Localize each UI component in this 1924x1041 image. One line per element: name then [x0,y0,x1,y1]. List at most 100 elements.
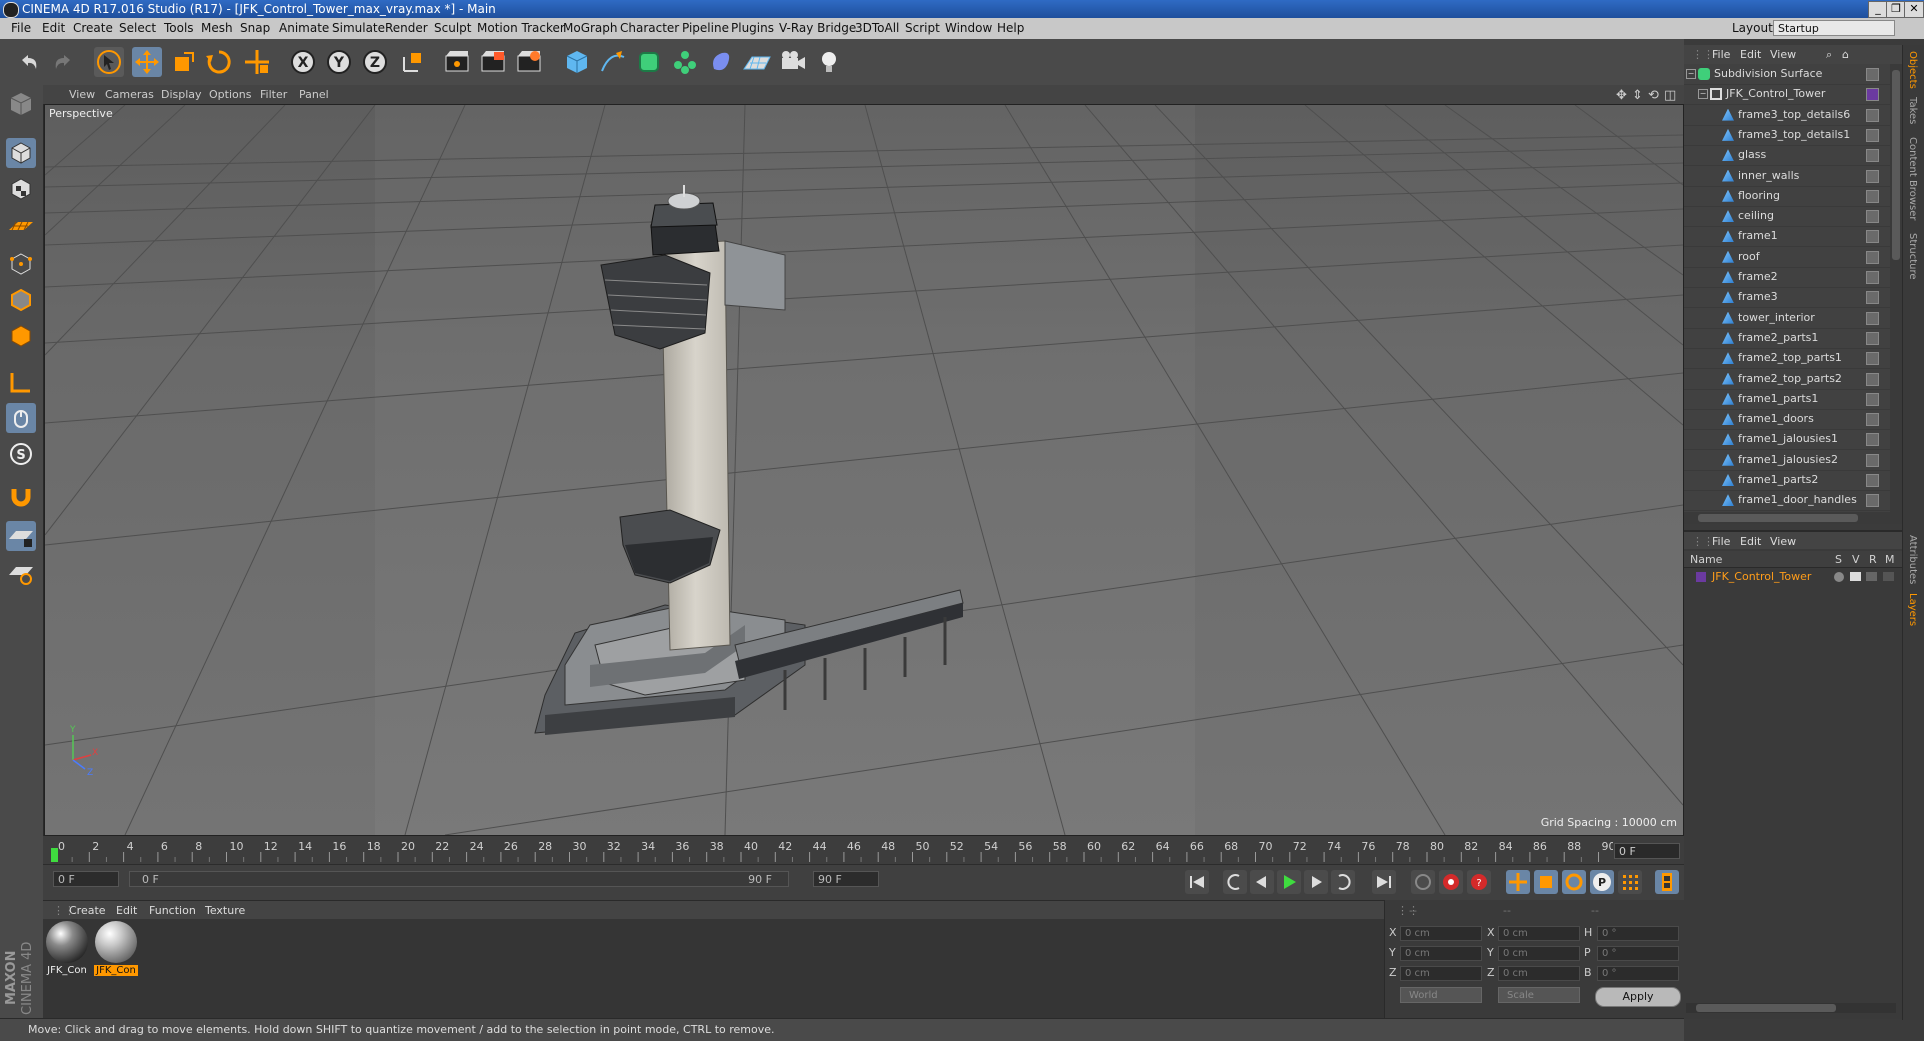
menu-character[interactable]: Character [620,21,679,35]
hscrollbar-thumb[interactable] [1698,514,1858,522]
object-row[interactable]: frame1 [1684,226,1890,248]
layer-hscrollbar[interactable] [1686,1003,1896,1013]
layout-select[interactable]: Startup [1773,20,1895,36]
object-visibility-toggle[interactable] [1866,331,1879,345]
object-visibility-toggle[interactable] [1866,128,1879,142]
move-tool-icon[interactable] [132,47,162,77]
object-row[interactable]: frame2_parts1 [1684,328,1890,349]
position-y-field[interactable]: 0 cm [1400,946,1482,961]
scale-tool-icon[interactable] [168,47,198,77]
object-menu-file[interactable]: File [1712,48,1730,61]
object-row[interactable]: frame3_top_details1 [1684,125,1890,146]
snap-magnet-icon[interactable] [6,481,36,511]
object-row[interactable]: − JFK_Control_Tower [1684,84,1890,106]
menu-vray-bridge[interactable]: V-Ray Bridge [779,21,856,35]
go-to-end-icon[interactable] [1372,870,1396,894]
start-frame-field[interactable]: 0 F [53,871,119,887]
size-mode-dropdown[interactable]: Scale [1498,987,1580,1003]
deformer-icon[interactable] [706,47,736,77]
play-forward-icon[interactable] [1277,870,1301,894]
side-tab-structure[interactable]: Structure [1907,233,1918,280]
object-row[interactable]: flooring [1684,186,1890,207]
side-tab-objects[interactable]: Objects [1907,51,1918,89]
object-visibility-toggle[interactable] [1866,271,1879,284]
object-visibility-toggle[interactable] [1866,413,1879,427]
material-menu-texture[interactable]: Texture [205,904,245,917]
object-visibility-toggle[interactable] [1866,210,1879,224]
object-row[interactable]: frame3_top_details6 [1684,105,1890,126]
object-visibility-toggle[interactable] [1866,149,1879,163]
layer-menu-view[interactable]: View [1770,535,1796,548]
menu-tools[interactable]: Tools [164,21,194,35]
recent-tool-icon[interactable] [242,47,272,77]
object-visibility-toggle[interactable] [1866,230,1879,244]
object-manager-scrollbar[interactable] [1890,64,1902,512]
subdivision-surface-icon[interactable] [634,47,664,77]
side-tab-layers[interactable]: Layers [1907,593,1918,626]
object-visibility-toggle[interactable] [1866,189,1879,203]
viewport-rotate-icon[interactable]: ⟲ [1648,88,1659,103]
layer-render-icon[interactable] [1866,572,1877,581]
material-menu-create[interactable]: Create [69,904,106,917]
layer-menu-file[interactable]: File [1712,535,1730,548]
viewport-menu-view[interactable]: View [69,88,95,101]
object-menu-view[interactable]: View [1770,48,1796,61]
floor-icon[interactable] [742,47,772,77]
object-menu-edit[interactable]: Edit [1740,48,1761,61]
model-mode-icon[interactable] [6,138,36,168]
object-visibility-toggle[interactable] [1866,453,1879,467]
record-active-objects-icon[interactable] [1439,870,1463,894]
menu-sculpt[interactable]: Sculpt [434,21,471,35]
menu-select[interactable]: Select [119,21,156,35]
layer-manager-icon[interactable] [1883,572,1894,581]
perspective-viewport[interactable]: Y X Z Perspective Grid Spacing : 10000 c… [44,104,1684,836]
make-editable-icon[interactable] [6,89,36,119]
close-icon[interactable]: ✕ [1904,1,1924,18]
object-row[interactable]: frame2_top_parts2 [1684,369,1890,390]
texture-mode-icon[interactable] [6,174,36,204]
object-visibility-toggle[interactable] [1866,291,1879,305]
home-icon[interactable]: ⌂ [1842,48,1849,61]
motion-record-icon[interactable] [1411,870,1435,894]
go-to-start-icon[interactable] [1185,870,1209,894]
next-frame-icon[interactable] [1304,870,1328,894]
object-manager-hscrollbar[interactable] [1684,512,1902,524]
axis-mode-icon[interactable] [6,367,36,397]
object-visibility-toggle[interactable] [1866,494,1879,508]
side-tab-attributes[interactable]: Attributes [1907,535,1918,584]
object-row[interactable]: frame1_doors [1684,409,1890,431]
cloner-icon[interactable] [670,47,700,77]
timeline-ruler[interactable]: 0 2 4 6 8 10 12 14 16 18 20 22 24 26 28 30 32 34 36 38 40 42 4… [43,836,1684,864]
render-settings-icon[interactable] [514,47,544,77]
workplane-mode-icon[interactable] [6,210,36,240]
layer-solo-toggle[interactable] [1834,572,1844,582]
previous-frame-icon[interactable] [1250,870,1274,894]
viewport-menu-cameras[interactable]: Cameras [105,88,154,101]
menu-script[interactable]: Script [905,21,940,35]
menu-create[interactable]: Create [73,21,113,35]
key-parameter-icon[interactable]: P [1590,870,1614,894]
position-x-field[interactable]: 0 cm [1400,926,1482,941]
menu-mesh[interactable]: Mesh [201,21,233,35]
side-tab-content-browser[interactable]: Content Browser [1907,137,1918,220]
object-row[interactable]: tower_interior [1684,308,1890,329]
timeline-icon[interactable] [1655,870,1679,894]
timeline-playhead[interactable] [51,848,58,862]
key-rotation-icon[interactable] [1562,870,1586,894]
object-visibility-toggle[interactable] [1866,474,1879,487]
y-axis-lock-icon[interactable]: Y [324,47,354,77]
menu-mograph[interactable]: MoGraph [563,21,618,35]
size-y-field[interactable]: 0 cm [1498,946,1580,961]
menu-motion-tracker[interactable]: Motion Tracker [477,21,565,35]
menu-simulate[interactable]: Simulate [332,21,385,35]
minimize-icon[interactable]: _ [1868,1,1888,18]
polygons-mode-icon[interactable] [6,321,36,351]
layer-visible-eye-icon[interactable] [1850,572,1861,581]
undo-icon[interactable] [14,47,44,77]
viewport-zoom-icon[interactable]: ⇕ [1632,88,1643,103]
material-menu-function[interactable]: Function [149,904,196,917]
frame-range-slider[interactable]: 0 F 90 F [129,871,789,887]
planar-workplane-icon[interactable] [6,557,36,587]
end-frame-field[interactable]: 90 F [813,871,879,887]
side-tab-takes[interactable]: Takes [1907,97,1918,124]
